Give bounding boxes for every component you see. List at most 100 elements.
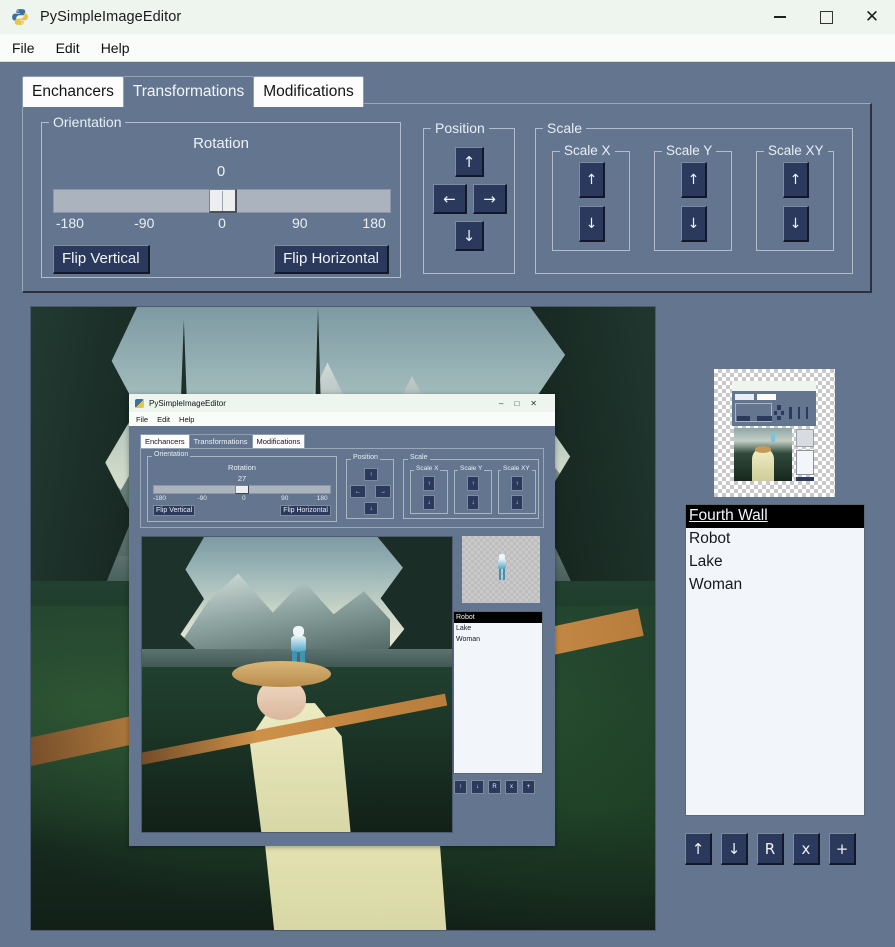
nested-titlebar: PySimpleImageEditor –□✕ xyxy=(129,394,555,412)
minimize-button[interactable] xyxy=(757,0,803,34)
nested-scale-xy-down: ↓ xyxy=(511,495,523,510)
window-titlebar: PySimpleImageEditor ✕ xyxy=(0,0,895,35)
minimize-icon xyxy=(774,16,786,18)
close-button[interactable]: ✕ xyxy=(849,0,895,34)
menu-help[interactable]: Help xyxy=(92,38,139,58)
nested-tick-0: -180 xyxy=(153,495,167,502)
nested-position-group: Position ↑ ← → ↓ xyxy=(346,454,394,519)
scale-group: Scale Scale X ↑ ↓ Scale Y ↑ ↓ Scale XY ↑… xyxy=(535,120,853,274)
app-window: PySimpleImageEditor ✕ File Edit Help Enc… xyxy=(0,0,895,947)
rotation-slider[interactable] xyxy=(53,189,391,213)
move-left-button[interactable]: ← xyxy=(433,184,467,214)
nested-tick-2: 0 xyxy=(242,495,246,502)
nested-menu-help: Help xyxy=(179,414,195,424)
nested-layer-add-button: + xyxy=(522,780,535,794)
move-up-button[interactable]: ↑ xyxy=(455,147,484,177)
nested-scale-label: Scale xyxy=(408,454,430,461)
scale-y-increase-button[interactable]: ↑ xyxy=(681,162,707,198)
image-canvas[interactable]: PySimpleImageEditor –□✕ File Edit Help E… xyxy=(30,306,656,931)
tick-minus180: -180 xyxy=(55,215,84,231)
move-layer-down-button[interactable]: ↓ xyxy=(721,833,748,865)
nested-layer-buttons: ↑ ↓ R x + xyxy=(454,780,535,794)
nested-tabstrip: Enchancers Transformations Modifications xyxy=(140,434,306,449)
scale-xy-group: Scale XY ↑ ↓ xyxy=(756,143,834,251)
menubar: File Edit Help xyxy=(0,34,895,62)
scale-x-increase-button[interactable]: ↑ xyxy=(579,162,605,198)
layer-item-woman[interactable]: Woman xyxy=(686,574,864,597)
tab-modifications[interactable]: Modifications xyxy=(253,76,364,107)
nested-thumbnail-robot-icon xyxy=(495,554,509,580)
nested-layer-item: Lake xyxy=(456,625,472,632)
menu-file[interactable]: File xyxy=(3,38,44,58)
nested-thumbnail-panel xyxy=(462,536,540,603)
transformations-panel: Orientation Rotation 0 -180 -90 0 90 180… xyxy=(22,103,872,293)
nested-scale-x-label: Scale X xyxy=(414,465,441,472)
nested-tick-4: 180 xyxy=(316,495,328,502)
nested-menu-file: File xyxy=(136,414,149,424)
scale-y-decrease-button[interactable]: ↓ xyxy=(681,206,707,242)
delete-layer-button[interactable]: x xyxy=(793,833,820,865)
scale-xy-increase-button[interactable]: ↑ xyxy=(783,162,809,198)
nested-tick-3: 90 xyxy=(281,495,289,502)
maximize-button[interactable] xyxy=(803,0,849,34)
nested-scale-xy-label: Scale XY xyxy=(501,465,532,472)
nested-layer-rename-button: R xyxy=(488,780,501,794)
flip-vertical-button[interactable]: Flip Vertical xyxy=(53,245,150,274)
scale-x-decrease-button[interactable]: ↓ xyxy=(579,206,605,242)
nested-slider-thumb xyxy=(235,485,249,494)
nested-orientation-group: Orientation Rotation 27 -180 -90 0 90 18… xyxy=(147,451,337,522)
rename-layer-button[interactable]: R xyxy=(757,833,784,865)
layer-item-robot[interactable]: Robot xyxy=(686,528,864,551)
tab-transformations[interactable]: Transformations xyxy=(122,76,255,107)
menu-edit[interactable]: Edit xyxy=(47,38,89,58)
rotation-slider-thumb[interactable] xyxy=(209,189,237,213)
nested-move-down-button: ↓ xyxy=(364,502,378,515)
nested-layer-delete-button: x xyxy=(505,780,518,794)
nested-tab-enchancers: Enchancers xyxy=(140,434,190,449)
scale-y-group: Scale Y ↑ ↓ xyxy=(654,143,732,251)
nested-window-controls: –□✕ xyxy=(499,398,548,408)
nested-tabpanel: Orientation Rotation 27 -180 -90 0 90 18… xyxy=(140,448,544,528)
orientation-group-label: Orientation xyxy=(49,114,126,130)
nested-scale-xy-up: ↑ xyxy=(511,476,523,491)
scale-xy-decrease-button[interactable]: ↓ xyxy=(783,206,809,242)
nested-rotation-label: Rotation xyxy=(228,463,256,472)
nested-scale-x-group: Scale X ↑ ↓ xyxy=(410,465,448,514)
layer-thumbnail-image xyxy=(732,381,816,483)
nested-menu-edit: Edit xyxy=(157,414,171,424)
layer-item-fourth-wall[interactable]: Fourth Wall xyxy=(686,505,864,528)
move-layer-up-button[interactable]: ↑ xyxy=(685,833,712,865)
nested-move-up-button: ↑ xyxy=(364,468,378,481)
flip-horizontal-button[interactable]: Flip Horizontal xyxy=(274,245,389,274)
move-right-button[interactable]: → xyxy=(473,184,507,214)
scale-xy-label: Scale XY xyxy=(764,143,828,158)
nested-scale-xy-group: Scale XY ↑ ↓ xyxy=(498,465,536,514)
add-layer-button[interactable]: + xyxy=(829,833,856,865)
nested-flip-vertical-button: Flip Vertical xyxy=(153,505,196,516)
maximize-icon xyxy=(819,10,833,24)
nested-window-title: PySimpleImageEditor xyxy=(149,398,226,408)
nested-flip-horizontal-button: Flip Horizontal xyxy=(280,505,331,516)
nested-tab-transformations: Transformations xyxy=(188,434,253,449)
tab-enchancers[interactable]: Enchancers xyxy=(22,76,124,107)
move-down-button[interactable]: ↓ xyxy=(455,221,484,251)
rotation-tick-labels: -180 -90 0 90 180 xyxy=(53,215,391,233)
nested-layer-list: Robot Lake Woman xyxy=(453,611,543,774)
nested-layer-item-selected: Robot xyxy=(454,612,542,623)
nested-scale-x-up: ↑ xyxy=(423,476,435,491)
scale-group-label: Scale xyxy=(543,120,587,136)
scale-x-label: Scale X xyxy=(560,143,615,158)
nested-scale-y-label: Scale Y xyxy=(458,465,485,472)
layer-thumbnail-panel xyxy=(714,369,835,497)
close-icon: ✕ xyxy=(864,6,880,27)
nested-scale-group: Scale Scale X ↑ ↓ Scale Y ↑ ↓ Scale XY ↑ xyxy=(403,454,539,519)
python-logo-icon xyxy=(11,8,29,26)
nested-move-right-button: → xyxy=(375,485,391,498)
window-controls: ✕ xyxy=(757,0,895,34)
layer-item-lake[interactable]: Lake xyxy=(686,551,864,574)
nested-scale-y-down: ↓ xyxy=(467,495,479,510)
rotation-value: 0 xyxy=(216,163,226,180)
layer-list[interactable]: Fourth Wall Robot Lake Woman xyxy=(685,504,865,816)
tick-180: 180 xyxy=(362,215,386,231)
nested-orientation-label: Orientation xyxy=(152,451,191,458)
